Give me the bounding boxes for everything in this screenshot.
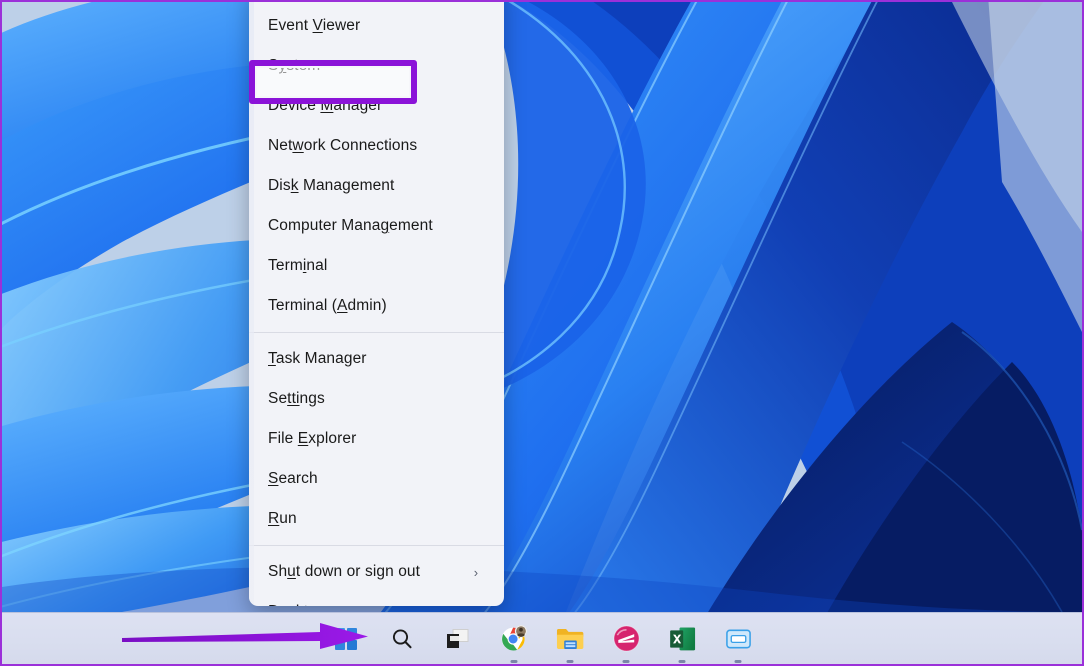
blue-app-icon xyxy=(725,627,752,651)
running-indicator xyxy=(567,660,574,663)
task-view-button[interactable] xyxy=(438,619,478,659)
menu-item-list: Event Viewer System Device Manager Netwo… xyxy=(249,2,504,606)
menu-item-terminal[interactable]: Terminal xyxy=(249,246,504,286)
menu-item-search[interactable]: Search xyxy=(249,459,504,499)
menu-item-label: Task Manager xyxy=(268,350,490,368)
menu-separator xyxy=(249,545,504,546)
menu-item-label: Shut down or sign out xyxy=(268,563,470,581)
windows-logo-icon xyxy=(335,628,357,650)
win-x-power-user-menu[interactable]: Event Viewer System Device Manager Netwo… xyxy=(249,0,504,606)
menu-item-label: Computer Management xyxy=(268,217,490,235)
menu-item-label: Network Connections xyxy=(268,137,490,155)
google-chrome-icon xyxy=(500,625,528,653)
menu-item-disk-management[interactable]: Disk Management xyxy=(249,166,504,206)
running-indicator xyxy=(511,660,518,663)
menu-item-computer-management[interactable]: Computer Management xyxy=(249,206,504,246)
task-view-icon xyxy=(446,628,470,650)
wallpaper-bloom-graphic xyxy=(2,2,1082,612)
windows-taskbar[interactable] xyxy=(2,612,1082,664)
menu-item-device-manager[interactable]: Device Manager xyxy=(249,86,504,126)
pink-app-button[interactable] xyxy=(606,619,646,659)
desktop-wallpaper xyxy=(2,2,1082,612)
menu-item-label: File Explorer xyxy=(268,430,490,448)
menu-item-desktop[interactable]: Desktop xyxy=(249,592,504,606)
search-icon xyxy=(390,627,414,651)
menu-item-system[interactable]: System xyxy=(249,46,504,86)
microsoft-excel-icon xyxy=(669,626,696,652)
menu-item-run[interactable]: Run xyxy=(249,499,504,539)
running-indicator xyxy=(623,660,630,663)
menu-item-label: Disk Management xyxy=(268,177,490,195)
menu-item-file-explorer[interactable]: File Explorer xyxy=(249,419,504,459)
taskbar-tray xyxy=(326,619,758,659)
menu-item-label: Terminal (Admin) xyxy=(268,297,490,315)
menu-item-label: Event Viewer xyxy=(268,17,490,35)
search-button[interactable] xyxy=(382,619,422,659)
menu-item-label: Terminal xyxy=(268,257,490,275)
start-button[interactable] xyxy=(326,619,366,659)
menu-item-task-manager[interactable]: Task Manager xyxy=(249,339,504,379)
file-explorer-icon xyxy=(556,626,585,652)
menu-item-event-viewer[interactable]: Event Viewer xyxy=(249,6,504,46)
menu-separator xyxy=(249,332,504,333)
menu-item-label: Device Manager xyxy=(268,97,490,115)
menu-item-label: Desktop xyxy=(268,603,490,606)
microsoft-excel-button[interactable] xyxy=(662,619,702,659)
menu-item-shut-down-or-sign-out[interactable]: Shut down or sign out › xyxy=(249,552,504,592)
menu-item-label: System xyxy=(268,57,490,75)
menu-item-label: Settings xyxy=(268,390,490,408)
blue-app-button[interactable] xyxy=(718,619,758,659)
pink-app-icon xyxy=(613,625,640,652)
running-indicator xyxy=(735,660,742,663)
menu-item-settings[interactable]: Settings xyxy=(249,379,504,419)
running-indicator xyxy=(679,660,686,663)
menu-item-terminal-admin[interactable]: Terminal (Admin) xyxy=(249,286,504,326)
screenshot-root: Event Viewer System Device Manager Netwo… xyxy=(0,0,1084,666)
file-explorer-button[interactable] xyxy=(550,619,590,659)
menu-item-label: Search xyxy=(268,470,490,488)
menu-item-network-connections[interactable]: Network Connections xyxy=(249,126,504,166)
chevron-right-icon: › xyxy=(470,566,482,578)
google-chrome-button[interactable] xyxy=(494,619,534,659)
menu-item-label: Run xyxy=(268,510,490,528)
